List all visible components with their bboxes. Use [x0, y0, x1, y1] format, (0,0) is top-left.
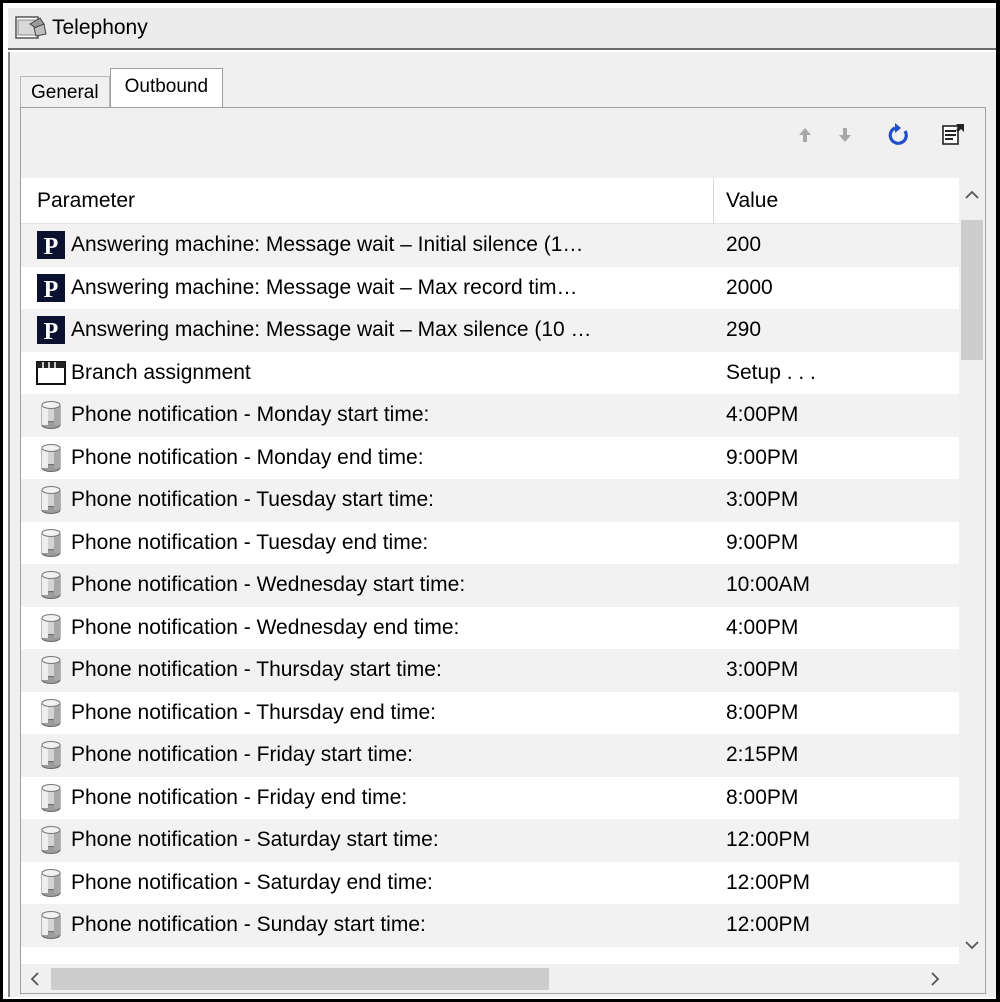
- table-row[interactable]: Phone notification - Monday end time: 9:0…: [21, 437, 959, 480]
- cylinder-icon: [35, 399, 67, 431]
- properties-icon[interactable]: [939, 120, 967, 150]
- parameter-cell: Phone notification - Wednesday start tim…: [71, 573, 466, 597]
- value-cell[interactable]: 4:00PM: [714, 616, 959, 640]
- table-row[interactable]: Branch assignment Setup . . .: [21, 352, 959, 395]
- move-down-arrow-icon[interactable]: [831, 120, 859, 150]
- table-row[interactable]: Phone notification - Saturday start time…: [21, 819, 959, 862]
- value-cell[interactable]: 4:00PM: [714, 403, 959, 427]
- value-cell[interactable]: 3:00PM: [714, 658, 959, 682]
- svg-text:P: P: [44, 234, 59, 260]
- parameter-cell: Phone notification - Monday end time:: [71, 445, 424, 469]
- parameter-cell: Answering machine: Message wait – Max si…: [71, 318, 592, 342]
- parameter-cell: Answering machine: Message wait – Initia…: [71, 233, 584, 257]
- table-row[interactable]: P Answering machine: Message wait – Max r…: [21, 267, 959, 310]
- parameter-cell: Phone notification - Monday start time:: [71, 403, 430, 427]
- p-parameter-icon: P: [35, 314, 67, 346]
- parameter-cell: Phone notification - Tuesday start time:: [71, 488, 435, 512]
- cylinder-icon: [35, 484, 67, 516]
- value-cell[interactable]: Setup . . .: [714, 361, 959, 385]
- parameter-cell: Phone notification - Wednesday end time:: [71, 615, 460, 639]
- value-cell[interactable]: 10:00AM: [714, 573, 959, 597]
- table-row[interactable]: Phone notification - Tuesday start time:…: [21, 479, 959, 522]
- horizontal-scrollbar[interactable]: [21, 964, 959, 993]
- move-up-arrow-icon[interactable]: [791, 120, 819, 150]
- scroll-up-arrow-icon[interactable]: [959, 182, 985, 208]
- scroll-down-arrow-icon[interactable]: [959, 932, 985, 958]
- parameter-cell: Phone notification - Tuesday end time:: [71, 530, 429, 554]
- cylinder-icon: [35, 612, 67, 644]
- tab-outbound[interactable]: Outbound: [109, 68, 224, 108]
- column-header-value[interactable]: Value: [714, 178, 959, 224]
- telephony-folder-icon: [14, 14, 50, 42]
- value-cell[interactable]: 2000: [714, 276, 959, 300]
- p-parameter-icon: P: [35, 272, 67, 304]
- table-row[interactable]: P Answering machine: Message wait – Initi…: [21, 224, 959, 267]
- cylinder-icon: [35, 697, 67, 729]
- svg-text:P: P: [44, 277, 59, 303]
- parameter-cell: Phone notification - Thursday start time…: [71, 658, 442, 682]
- tab-strip: General Outbound: [20, 68, 224, 108]
- window-title: Telephony: [52, 16, 148, 39]
- value-cell[interactable]: 200: [714, 233, 959, 257]
- value-cell[interactable]: 8:00PM: [714, 786, 959, 810]
- value-cell[interactable]: 3:00PM: [714, 488, 959, 512]
- parameter-cell: Answering machine: Message wait – Max re…: [71, 275, 578, 299]
- refresh-icon[interactable]: [885, 120, 913, 150]
- table-row[interactable]: P Answering machine: Message wait – Max s…: [21, 309, 959, 352]
- parameter-cell: Phone notification - Sunday start time:: [71, 913, 426, 937]
- value-cell[interactable]: 9:00PM: [714, 531, 959, 555]
- window-setup-icon: [35, 357, 67, 389]
- grid-rows: P Answering machine: Message wait – Initi…: [21, 224, 959, 947]
- column-header-parameter[interactable]: Parameter: [21, 178, 714, 224]
- parameter-cell: Phone notification - Saturday end time:: [71, 870, 433, 894]
- table-row[interactable]: Phone notification - Thursday start time…: [21, 649, 959, 692]
- cylinder-icon: [35, 739, 67, 771]
- grid-header: Parameter Value: [21, 178, 959, 224]
- outbound-panel: Parameter Value P Answering machine: Mess…: [20, 107, 986, 994]
- table-row[interactable]: Phone notification - Tuesday end time: 9:…: [21, 522, 959, 565]
- parameter-cell: Phone notification - Thursday end time:: [71, 700, 436, 724]
- parameter-cell: Phone notification - Friday start time:: [71, 743, 413, 767]
- parameter-cell: Phone notification - Friday end time:: [71, 785, 408, 809]
- table-row[interactable]: Phone notification - Saturday end time: 1…: [21, 862, 959, 905]
- table-row[interactable]: Phone notification - Monday start time: 4…: [21, 394, 959, 437]
- cylinder-icon: [35, 654, 67, 686]
- p-parameter-icon: P: [35, 229, 67, 261]
- value-cell[interactable]: 290: [714, 318, 959, 342]
- tab-general[interactable]: General: [20, 76, 110, 108]
- horizontal-scroll-thumb[interactable]: [51, 968, 549, 990]
- vertical-scrollbar[interactable]: [959, 178, 985, 964]
- scrollbar-corner: [959, 964, 985, 993]
- value-cell[interactable]: 12:00PM: [714, 871, 959, 895]
- svg-text:P: P: [44, 319, 59, 345]
- table-row[interactable]: Phone notification - Sunday start time: 1…: [21, 904, 959, 947]
- cylinder-icon: [35, 909, 67, 941]
- value-cell[interactable]: 12:00PM: [714, 828, 959, 852]
- cylinder-icon: [35, 442, 67, 474]
- cylinder-icon: [35, 569, 67, 601]
- table-row[interactable]: Phone notification - Thursday end time: 8…: [21, 692, 959, 735]
- toolbar: [21, 108, 985, 178]
- scroll-left-arrow-icon[interactable]: [21, 964, 49, 993]
- cylinder-icon: [35, 527, 67, 559]
- parameter-grid: Parameter Value P Answering machine: Mess…: [21, 178, 959, 964]
- title-bar: Telephony: [8, 8, 996, 50]
- value-cell[interactable]: 12:00PM: [714, 913, 959, 937]
- cylinder-icon: [35, 824, 67, 856]
- cylinder-icon: [35, 867, 67, 899]
- table-row[interactable]: Phone notification - Friday end time: 8:0…: [21, 777, 959, 820]
- vertical-scroll-thumb[interactable]: [961, 220, 983, 360]
- parameter-cell: Phone notification - Saturday start time…: [71, 828, 439, 852]
- value-cell[interactable]: 9:00PM: [714, 446, 959, 470]
- value-cell[interactable]: 8:00PM: [714, 701, 959, 725]
- table-row[interactable]: Phone notification - Wednesday end time:…: [21, 607, 959, 650]
- value-cell[interactable]: 2:15PM: [714, 743, 959, 767]
- scroll-right-arrow-icon[interactable]: [921, 964, 949, 993]
- cylinder-icon: [35, 782, 67, 814]
- table-row[interactable]: Phone notification - Wednesday start tim…: [21, 564, 959, 607]
- parameter-cell: Branch assignment: [71, 360, 251, 384]
- table-row[interactable]: Phone notification - Friday start time: 2…: [21, 734, 959, 777]
